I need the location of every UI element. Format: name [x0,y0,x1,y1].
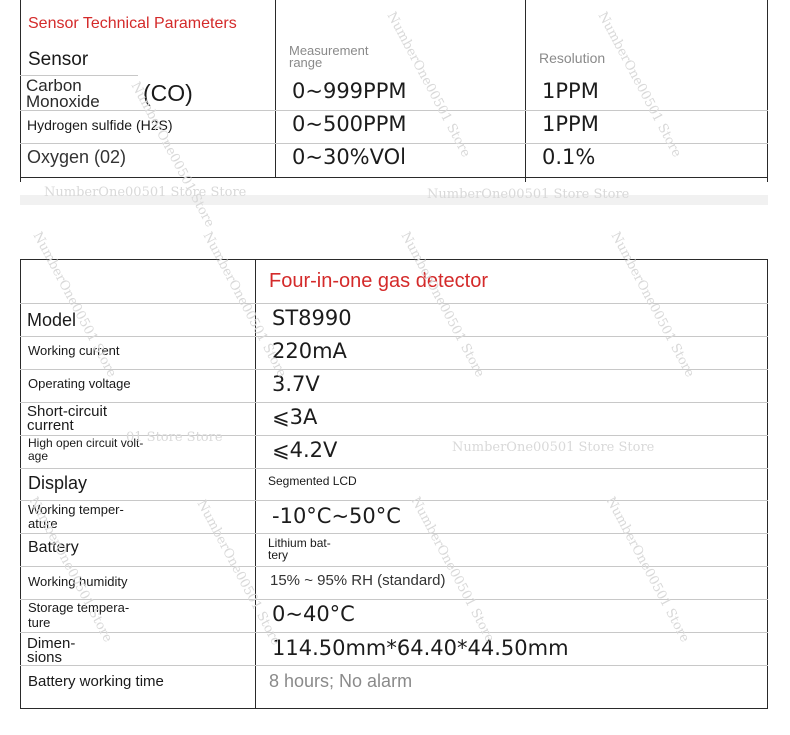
spec-value: 8 hours; No alarm [269,671,413,691]
row-divider [20,468,768,469]
table-border [20,0,21,182]
sensor-table-title: Sensor Technical Parameters [28,15,237,32]
row-divider [20,665,768,666]
spec-value: 15% ~ 95% RH (standard) [270,572,446,589]
table-border [20,177,768,178]
spec-label-line2: sions [27,649,63,666]
column-divider [525,0,526,182]
spec-label-line2: age [28,449,49,463]
watermark: NumberOne00501 Store [607,229,698,380]
row-divider [20,402,768,403]
sensor-name-line2: Monoxide [26,92,100,111]
watermark: NumberOne00501 Store [199,229,290,380]
row-divider [20,632,768,633]
row-divider [20,566,768,567]
sensor-resolution: 1PPM [542,112,599,136]
row-divider [20,336,768,337]
table-border [767,259,768,709]
sensor-range: 0~30%VOl [292,145,406,169]
watermark: NumberOne00501 Store Store [452,440,655,455]
spec-label: Operating voltage [28,376,131,391]
spec-value: 220mA [272,339,347,363]
row-divider [20,533,768,534]
row-divider [20,500,768,501]
row-divider [20,369,768,370]
sensor-name: Oxygen (02) [27,147,127,167]
spec-value: Segmented LCD [268,474,357,488]
spec-label: Display [28,473,88,493]
header-resolution: Resolution [539,50,606,66]
table-border [20,259,21,709]
header-range-line2: range [289,55,323,70]
spec-value: 114.50mm*64.40*44.50mm [272,636,569,660]
sensor-range: 0~999PPM [292,79,407,103]
column-divider [275,0,276,178]
sensor-range: 0~500PPM [292,112,407,136]
watermark: NumberOne00501 Store Store [44,185,247,200]
table-border [20,708,768,709]
watermark: NumberOne00501 Store [594,9,685,160]
spec-value: 0~40°C [272,602,355,626]
watermark: NumberOne00501 Store [602,494,693,645]
spec-label: Model [27,310,77,330]
header-sensor: Sensor [28,49,89,70]
spec-value: ⩽3A [272,405,318,429]
watermark: NumberOne00501 Store [407,494,498,645]
spec-table-title: Four-in-one gas detector [269,270,489,292]
spec-value: ST8990 [272,306,352,330]
table-border [20,259,768,260]
watermark: 01 Store Store [126,430,223,445]
table-border [767,0,768,182]
spec-value: ⩽4.2V [272,438,338,462]
sensor-resolution: 1PPM [542,79,599,103]
row-divider [20,143,768,144]
spec-value-line2: tery [268,548,289,562]
spec-label: Battery working time [28,673,164,690]
spec-label-line2: current [27,417,74,434]
watermark: NumberOne00501 Store [397,229,488,380]
spec-label-line2: ture [28,615,51,630]
sensor-resolution: 0.1% [542,145,596,169]
spec-value: -10°C~50°C [272,504,401,528]
watermark: NumberOne00501 Store Store [427,187,630,202]
